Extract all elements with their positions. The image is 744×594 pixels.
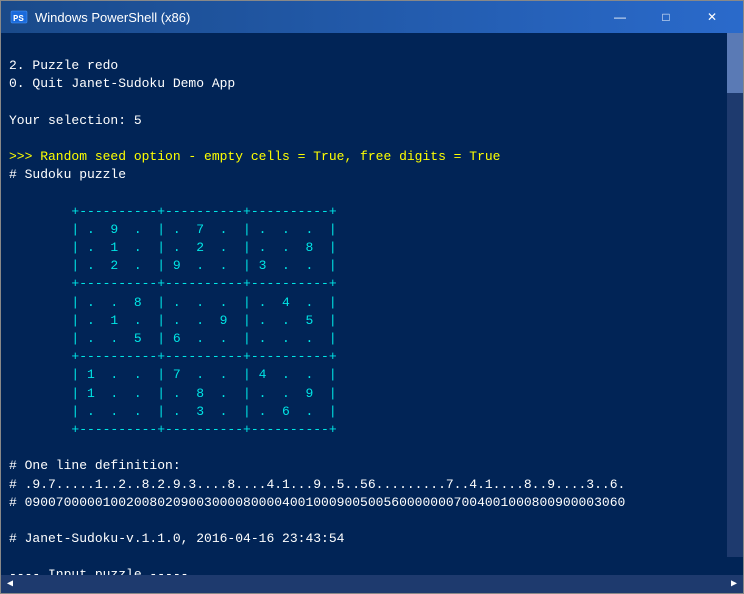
app-icon: PS	[9, 7, 29, 27]
line-selection: Your selection: 5	[9, 113, 142, 128]
maximize-button[interactable]: □	[643, 1, 689, 33]
horizontal-scrollbar[interactable]	[19, 575, 725, 593]
scroll-left-button[interactable]: ◀	[1, 575, 19, 593]
line-sudoku-label: # Sudoku puzzle	[9, 167, 126, 182]
scrollbar-thumb[interactable]	[727, 33, 743, 93]
vertical-scrollbar[interactable]	[727, 33, 743, 557]
terminal-content: 2. Puzzle redo 0. Quit Janet-Sudoku Demo…	[9, 39, 735, 575]
sudoku-grid: +----------+----------+----------+ | . 9…	[9, 204, 337, 437]
close-button[interactable]: ✕	[689, 1, 735, 33]
line-one-line-dots: # .9.7.....1..2..8.2.9.3....8....4.1...9…	[9, 477, 625, 492]
line-random-seed: >>> Random seed option - empty cells = T…	[9, 149, 500, 164]
svg-text:PS: PS	[13, 14, 24, 24]
terminal-area[interactable]: 2. Puzzle redo 0. Quit Janet-Sudoku Demo…	[1, 33, 743, 575]
window-title: Windows PowerShell (x86)	[35, 10, 597, 25]
line-quit: 0. Quit Janet-Sudoku Demo App	[9, 76, 235, 91]
title-bar: PS Windows PowerShell (x86) — □ ✕	[1, 1, 743, 33]
line-input-puzzle-header: ---- Input puzzle -----	[9, 567, 188, 575]
minimize-button[interactable]: —	[597, 1, 643, 33]
line-janet-version: # Janet-Sudoku-v.1.1.0, 2016-04-16 23:43…	[9, 531, 344, 546]
powershell-window: PS Windows PowerShell (x86) — □ ✕ 2. Puz…	[0, 0, 744, 594]
line-puzzle-redo-1: 2. Puzzle redo	[9, 58, 118, 73]
scroll-right-button[interactable]: ▶	[725, 575, 743, 593]
line-one-line-nums: # 09007000001002008020900300008000040010…	[9, 495, 625, 510]
bottom-bar: ◀ ▶	[1, 575, 743, 593]
window-controls: — □ ✕	[597, 1, 735, 33]
line-one-line-label: # One line definition:	[9, 458, 181, 473]
